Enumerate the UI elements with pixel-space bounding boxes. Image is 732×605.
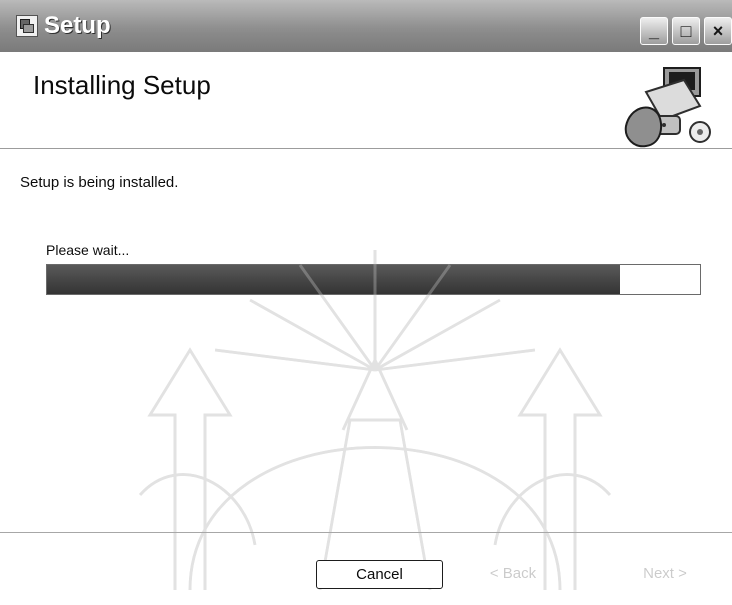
footer-divider (0, 532, 732, 533)
cancel-button[interactable]: Cancel (316, 560, 443, 589)
computer-illustration-icon (624, 67, 711, 148)
install-progress-bar (46, 264, 701, 295)
progress-label: Please wait... (46, 242, 130, 258)
back-button[interactable]: < Back (478, 560, 548, 589)
setup-window: Setup _ □ × Installing Setup Setup is be… (0, 0, 732, 605)
status-text: Setup is being installed. (20, 174, 179, 191)
close-button[interactable]: × (704, 17, 732, 45)
install-progress-fill (47, 265, 620, 294)
next-button[interactable]: Next > (630, 560, 700, 589)
title-bar[interactable]: Setup _ □ × (0, 0, 732, 52)
page-title: Installing Setup (33, 70, 211, 100)
maximize-button[interactable]: □ (672, 17, 700, 45)
setup-app-icon (16, 15, 38, 37)
minimize-button[interactable]: _ (640, 17, 668, 45)
window-title: Setup (44, 12, 111, 39)
